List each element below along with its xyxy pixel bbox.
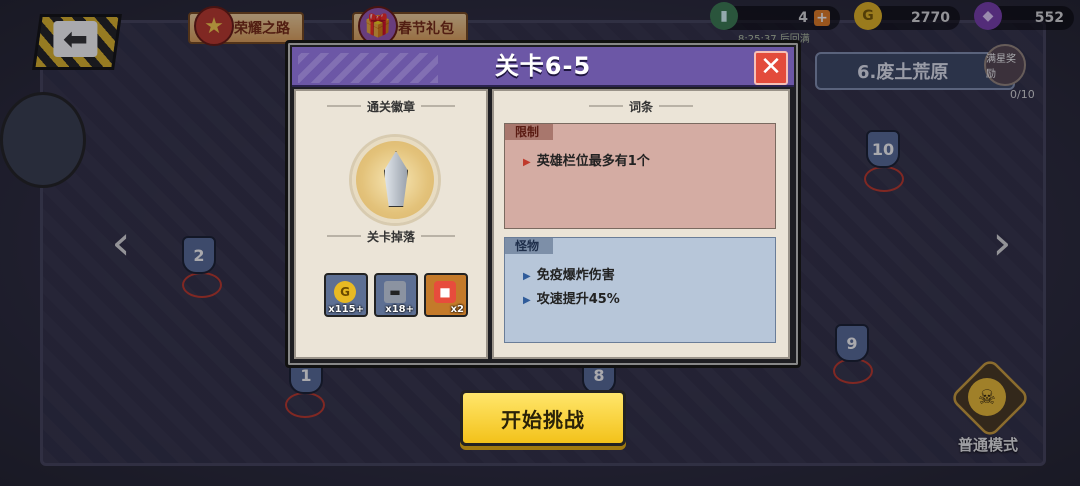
drops-header: 关卡掉落: [296, 227, 486, 245]
triangle-bullet-icon: ▶: [523, 271, 531, 282]
stage-dialog: 关卡6-5 ✕ 通关徽章 关卡掉落 G x115+ ▬ x18+ ■ x2 词条: [285, 40, 801, 368]
drop-list: G x115+ ▬ x18+ ■ x2: [296, 273, 486, 323]
clear-badge-icon: [352, 137, 438, 223]
monster-line: ▶ 免疫爆炸伤害: [523, 268, 615, 283]
drop-count: x18+: [385, 304, 414, 315]
triangle-bullet-icon: ▶: [523, 157, 531, 168]
badge-header: 通关徽章: [296, 97, 486, 115]
drop-item[interactable]: G x115+: [324, 273, 368, 317]
drop-count: x115+: [328, 304, 364, 315]
restriction-title: 限制: [505, 124, 554, 140]
right-panel: 词条 限制 ▶ 英雄栏位最多有1个 怪物 ▶ 免疫爆炸伤害 ▶ 攻速提升45%: [492, 89, 790, 359]
monster-section: 怪物 ▶ 免疫爆炸伤害 ▶ 攻速提升45%: [504, 237, 776, 343]
drop-count: x2: [450, 304, 464, 315]
start-challenge-button[interactable]: 开始挑战: [460, 390, 626, 446]
drop-item[interactable]: ▬ x18+: [374, 273, 418, 317]
dialog-header: 关卡6-5 ✕: [292, 47, 794, 87]
restriction-line: ▶ 英雄栏位最多有1个: [523, 154, 650, 169]
close-button[interactable]: ✕: [754, 51, 788, 85]
sword-icon: [384, 151, 408, 207]
monster-title: 怪物: [505, 238, 554, 254]
triangle-bullet-icon: ▶: [523, 295, 531, 306]
treasure-box-icon: ■: [434, 281, 456, 303]
left-panel: 通关徽章 关卡掉落 G x115+ ▬ x18+ ■ x2: [294, 89, 488, 359]
monster-line: ▶ 攻速提升45%: [523, 292, 620, 307]
drop-item[interactable]: ■ x2: [424, 273, 468, 317]
restriction-section: 限制 ▶ 英雄栏位最多有1个: [504, 123, 776, 229]
affix-header: 词条: [494, 97, 788, 115]
dialog-title: 关卡6-5: [494, 52, 592, 80]
gold-coin-icon: G: [334, 281, 356, 303]
iron-anvil-icon: ▬: [384, 281, 406, 303]
